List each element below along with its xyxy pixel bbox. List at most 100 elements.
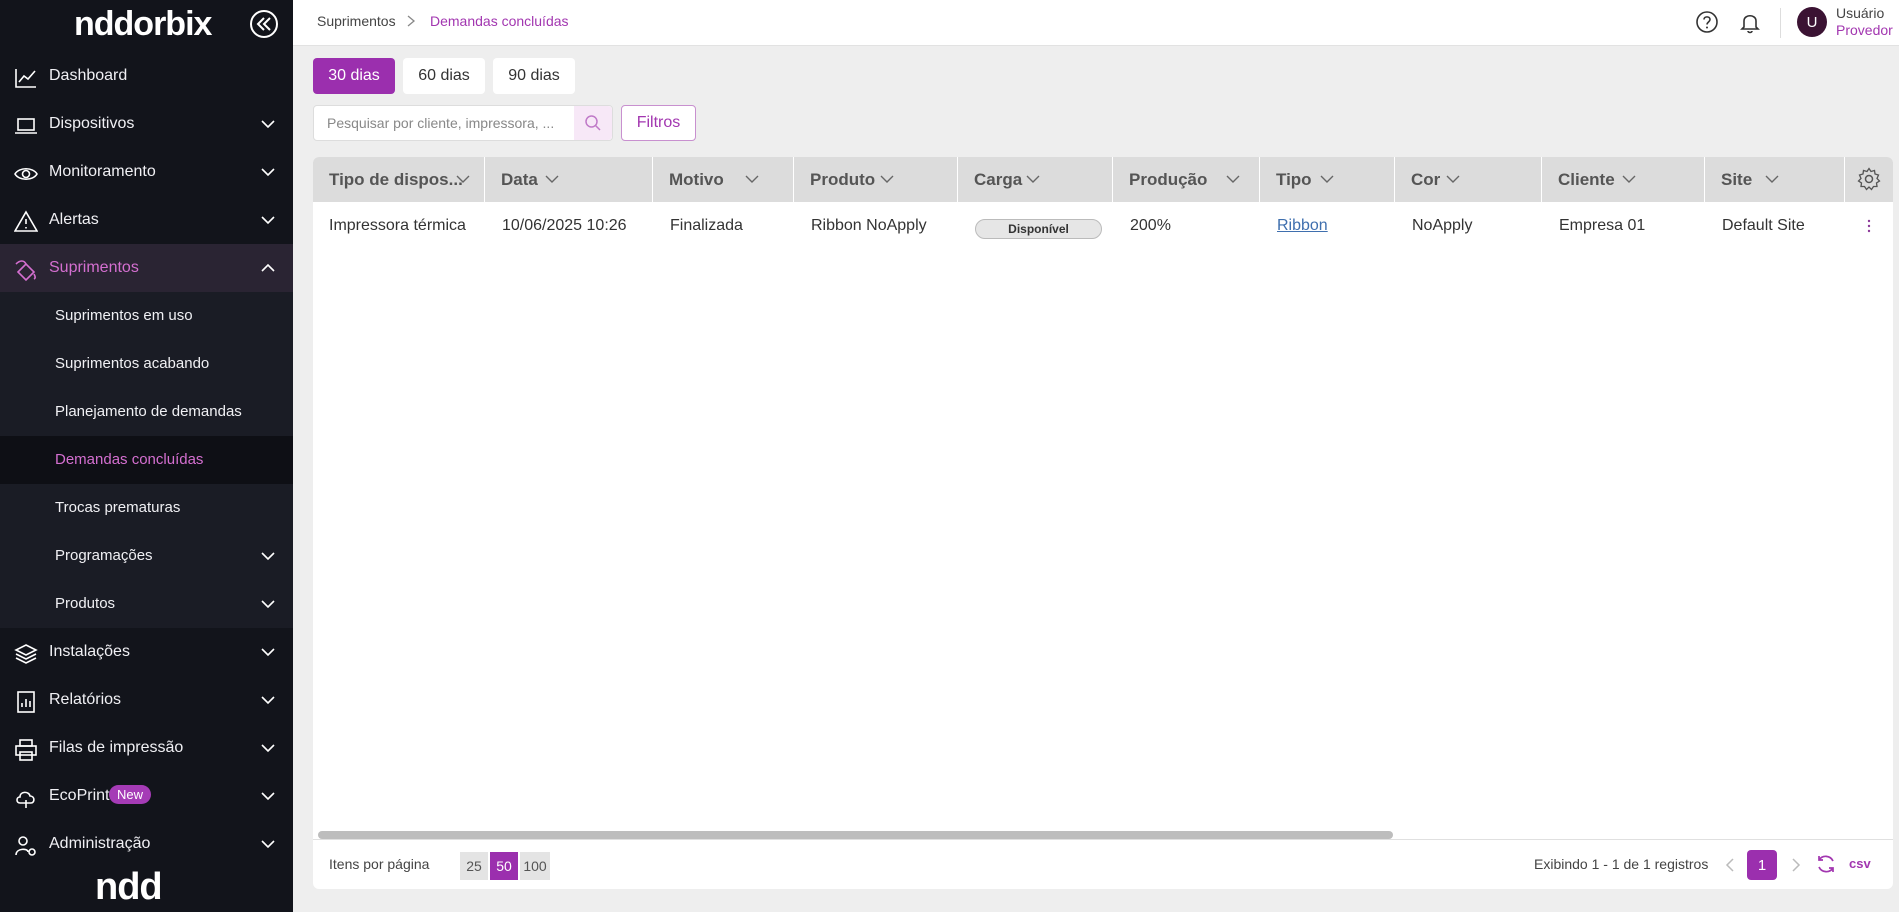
column-header-label: Cor <box>1411 170 1441 189</box>
user-role[interactable]: Provedor <box>1836 22 1893 38</box>
sidebar-item-label: Relatórios <box>49 691 122 708</box>
chevron-down-icon <box>261 744 275 753</box>
sidebar-item-label: EcoPrint <box>49 787 110 804</box>
column-header-label: Produção <box>1129 170 1208 189</box>
column-header-carga[interactable]: Carga <box>958 157 1113 202</box>
chevron-down-icon <box>261 792 275 801</box>
column-header-tipo-dispositivo[interactable]: Tipo de dispos... <box>313 157 485 202</box>
sidebar-subitem-produtos[interactable]: Produtos <box>0 580 293 628</box>
sidebar-subitem-trocas-prematuras[interactable]: Trocas prematuras <box>0 484 293 532</box>
cell-tipo-link[interactable]: Ribbon <box>1277 217 1328 235</box>
chevron-down-icon <box>261 552 275 561</box>
sidebar: nddorbix Dashboard Dispositivos Monitora… <box>0 0 293 912</box>
help-icon[interactable] <box>1695 10 1719 34</box>
search-box <box>313 105 613 141</box>
sidebar-subitem-label: Suprimentos em uso <box>55 307 193 324</box>
chevron-down-icon <box>261 216 275 225</box>
column-header-site[interactable]: Site <box>1705 157 1845 202</box>
cell-cor: NoApply <box>1412 217 1473 234</box>
chevron-right-icon[interactable] <box>1791 857 1801 873</box>
cell-cliente: Empresa 01 <box>1559 217 1646 234</box>
sidebar-item-monitoramento[interactable]: Monitoramento <box>0 148 293 196</box>
sidebar-subitem-programacoes[interactable]: Programações <box>0 532 293 580</box>
header-divider <box>1780 8 1781 38</box>
sidebar-item-administracao[interactable]: Administração <box>0 820 293 868</box>
chevron-down-icon <box>1320 175 1334 183</box>
sidebar-subitem-suprimentos-acabando[interactable]: Suprimentos acabando <box>0 340 293 388</box>
sidebar-item-relatorios[interactable]: Relatórios <box>0 676 293 724</box>
per-page-label: Itens por página <box>329 856 430 872</box>
column-header-produto[interactable]: Produto <box>794 157 958 202</box>
sidebar-item-instalacoes[interactable]: Instalações <box>0 628 293 676</box>
admin-icon <box>15 836 36 856</box>
column-header-label: Data <box>501 170 538 189</box>
column-header-label: Site <box>1721 170 1753 189</box>
search-input[interactable] <box>314 106 574 140</box>
chart-line-icon <box>15 69 36 88</box>
tab-90-dias[interactable]: 90 dias <box>493 58 575 94</box>
chevron-down-icon <box>745 175 759 183</box>
new-badge: New <box>109 785 152 804</box>
cell-produto: Ribbon NoApply <box>811 217 927 234</box>
cloud-icon <box>16 791 35 808</box>
records-summary: Exibindo 1 - 1 de 1 registros <box>1534 856 1709 872</box>
tab-60-dias[interactable]: 60 dias <box>403 58 485 94</box>
column-header-tipo[interactable]: Tipo <box>1260 157 1395 202</box>
per-page-option-25[interactable]: 25 <box>460 852 488 880</box>
per-page-option-50[interactable]: 50 <box>490 852 518 880</box>
supplies-icon <box>15 260 36 282</box>
tab-30-dias[interactable]: 30 dias <box>313 58 395 94</box>
sidebar-subitem-label: Suprimentos acabando <box>55 355 210 372</box>
column-header-cliente[interactable]: Cliente <box>1542 157 1705 202</box>
user-name[interactable]: Usuário <box>1836 5 1884 21</box>
sidebar-subitem-demandas-concluidas[interactable]: Demandas concluídas <box>0 436 293 484</box>
chevron-down-icon <box>1026 175 1040 183</box>
column-header-motivo[interactable]: Motivo <box>653 157 794 202</box>
refresh-icon[interactable] <box>1815 853 1837 875</box>
sidebar-subitem-label: Produtos <box>55 595 116 612</box>
sidebar-item-suprimentos[interactable]: Suprimentos <box>0 244 293 292</box>
sidebar-subitem-planejamento-de-demandas[interactable]: Planejamento de demandas <box>0 388 293 436</box>
warning-icon <box>14 210 38 232</box>
search-icon <box>585 115 601 131</box>
cell-tipo-dispositivo: Impressora térmica <box>329 217 466 234</box>
page-button-current[interactable]: 1 <box>1747 850 1777 880</box>
sidebar-item-ecoprint[interactable]: EcoPrint New <box>0 772 293 820</box>
column-header-data[interactable]: Data <box>485 157 653 202</box>
collapse-sidebar-button[interactable] <box>250 10 278 38</box>
chevron-down-icon <box>261 168 275 177</box>
brand-header: nddorbix <box>0 0 293 48</box>
chevron-down-icon <box>261 840 275 849</box>
filters-button[interactable]: Filtros <box>621 105 696 141</box>
sidebar-item-filas-de-impressao[interactable]: Filas de impressão <box>0 724 293 772</box>
chevron-down-icon <box>456 175 470 183</box>
sidebar-item-dispositivos[interactable]: Dispositivos <box>0 100 293 148</box>
sidebar-subitem-suprimentos-em-uso[interactable]: Suprimentos em uso <box>0 292 293 340</box>
sidebar-subitem-label: Trocas prematuras <box>55 499 181 516</box>
sidebar-item-alertas[interactable]: Alertas <box>0 196 293 244</box>
sidebar-item-dashboard[interactable]: Dashboard <box>0 52 293 100</box>
settings-icon[interactable] <box>1857 167 1881 191</box>
bell-icon[interactable] <box>1738 10 1762 34</box>
table-row[interactable]: Impressora térmica 10/06/2025 10:26 Fina… <box>313 202 1893 252</box>
per-page-option-100[interactable]: 100 <box>520 852 550 880</box>
horizontal-scrollbar[interactable] <box>318 831 1393 839</box>
more-vertical-icon[interactable] <box>1864 219 1874 233</box>
column-header-producao[interactable]: Produção <box>1113 157 1260 202</box>
export-csv-button[interactable]: csv <box>1849 856 1871 871</box>
sidebar-item-label: Dispositivos <box>49 115 135 132</box>
column-header-cor[interactable]: Cor <box>1395 157 1542 202</box>
search-button[interactable] <box>574 106 612 140</box>
brand-logo: nddorbix <box>74 5 212 43</box>
chevron-down-icon <box>261 696 275 705</box>
avatar[interactable]: U <box>1797 7 1827 37</box>
table-header: Tipo de dispos... Data Motivo Produto Ca… <box>313 157 1893 202</box>
chevron-down-icon <box>1226 175 1240 183</box>
sidebar-subitem-label: Demandas concluídas <box>55 451 204 468</box>
cell-data: 10/06/2025 10:26 <box>502 217 627 234</box>
sidebar-item-label: Instalações <box>49 643 130 660</box>
chevron-down-icon <box>1765 175 1779 183</box>
cell-site: Default Site <box>1722 217 1805 234</box>
chevron-left-icon[interactable] <box>1725 857 1735 873</box>
breadcrumb-parent[interactable]: Suprimentos <box>317 13 396 29</box>
